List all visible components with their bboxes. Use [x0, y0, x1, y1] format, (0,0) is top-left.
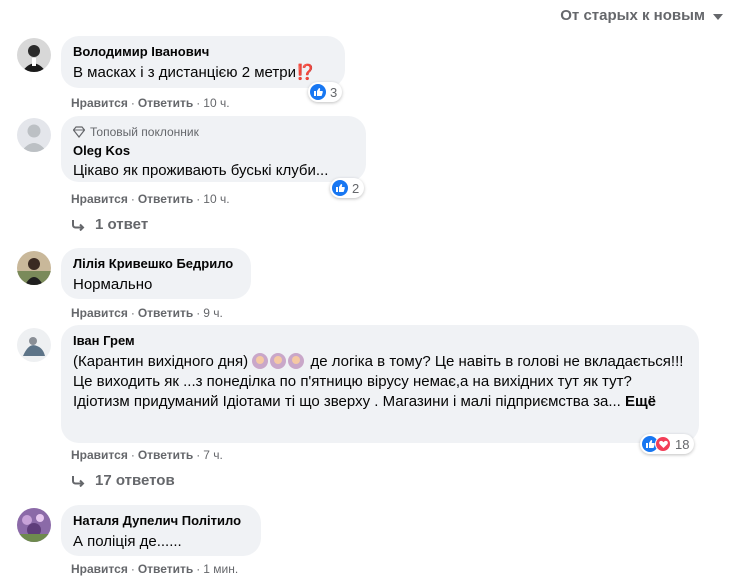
woman-emoji-icon: [270, 353, 287, 369]
reply-button[interactable]: Ответить: [138, 192, 193, 206]
reaction-number: 2: [352, 180, 360, 196]
comment-bubble: Іван Грем (Карантин вихідного дня) де ло…: [61, 325, 699, 443]
reply-button[interactable]: Ответить: [138, 96, 193, 110]
like-button[interactable]: Нравится: [71, 192, 128, 206]
comment-author[interactable]: Іван Грем: [73, 333, 687, 349]
like-button[interactable]: Нравится: [71, 448, 128, 462]
like-icon: [332, 180, 348, 196]
comment-text-start: (Карантин вихідного дня): [73, 353, 253, 370]
comment-text: (Карантин вихідного дня) де логіка в том…: [73, 352, 687, 412]
sort-dropdown[interactable]: От старых к новым: [560, 7, 723, 24]
comment-bubble: Лілія Кривешко Бедрило Нормально: [61, 248, 251, 299]
comment-actions: Нравится · Ответить · 9 ч.: [71, 306, 223, 320]
like-button[interactable]: Нравится: [71, 96, 128, 110]
replies-label: 1 ответ: [95, 216, 149, 233]
avatar[interactable]: [17, 118, 51, 152]
diamond-icon: [73, 126, 85, 138]
comment-text: Цікаво як проживають буські клуби...: [73, 162, 329, 179]
comment-actions: Нравится · Ответить · 1 мин.: [71, 562, 239, 576]
avatar[interactable]: [17, 508, 51, 542]
comment-actions: Нравится · Ответить · 7 ч.: [71, 448, 223, 462]
comment-text: Нормально: [73, 276, 153, 293]
reply-button[interactable]: Ответить: [138, 306, 193, 320]
reply-arrow-icon: [72, 219, 85, 231]
comment-actions: Нравится · Ответить · 10 ч.: [71, 96, 230, 110]
top-fan-badge: Топовый поклонник: [73, 124, 354, 140]
comment-bubble: Топовый поклонник Oleg Kos Цікаво як про…: [61, 116, 366, 182]
like-icon: [310, 84, 326, 100]
comment-actions: Нравится · Ответить · 10 ч.: [71, 192, 230, 206]
comment-time[interactable]: 10 ч.: [203, 192, 229, 206]
reaction-number: 18: [675, 436, 690, 452]
view-replies-button[interactable]: 1 ответ: [71, 216, 148, 233]
reaction-count[interactable]: 3: [308, 82, 343, 102]
comment-time[interactable]: 9 ч.: [203, 306, 223, 320]
like-button[interactable]: Нравится: [71, 562, 128, 576]
comment-text: В масках і з дистанцією 2 метри⁉️: [73, 63, 333, 83]
interrobang-emoji-icon: ⁉️: [296, 64, 315, 81]
comment-time[interactable]: 1 мин.: [203, 562, 238, 576]
comment-author[interactable]: Oleg Kos: [73, 143, 354, 159]
love-icon: [655, 436, 671, 452]
see-more-link[interactable]: Ещё: [625, 393, 656, 410]
reply-button[interactable]: Ответить: [138, 562, 193, 576]
reply-arrow-icon: [72, 475, 85, 487]
caret-down-icon: [713, 13, 723, 20]
badge-label: Топовый поклонник: [90, 125, 199, 139]
comment-author[interactable]: Володимир Іванович: [73, 44, 333, 60]
reply-button[interactable]: Ответить: [138, 448, 193, 462]
comment-bubble: Наталя Дупелич Політило А поліція де....…: [61, 505, 261, 556]
avatar[interactable]: [17, 328, 51, 362]
avatar[interactable]: [17, 251, 51, 285]
replies-label: 17 ответов: [95, 472, 175, 489]
comment-author[interactable]: Наталя Дупелич Політило: [73, 513, 249, 529]
comment-author[interactable]: Лілія Кривешко Бедрило: [73, 256, 239, 272]
woman-emoji-icon: [252, 353, 269, 369]
sort-label: От старых к новым: [560, 7, 705, 24]
avatar[interactable]: [17, 38, 51, 72]
like-button[interactable]: Нравится: [71, 306, 128, 320]
reaction-count[interactable]: 2: [330, 178, 365, 198]
comment-time[interactable]: 10 ч.: [203, 96, 229, 110]
comment-text-body: В масках і з дистанцією 2 метри: [73, 64, 296, 81]
comment-bubble: Володимир Іванович В масках і з дистанці…: [61, 36, 345, 88]
reaction-number: 3: [330, 84, 338, 100]
view-replies-button[interactable]: 17 ответов: [71, 472, 175, 489]
comment-text: А поліція де......: [73, 533, 182, 550]
reaction-count[interactable]: 18: [640, 434, 695, 454]
comment-time[interactable]: 7 ч.: [203, 448, 223, 462]
woman-emoji-icon: [288, 353, 305, 369]
